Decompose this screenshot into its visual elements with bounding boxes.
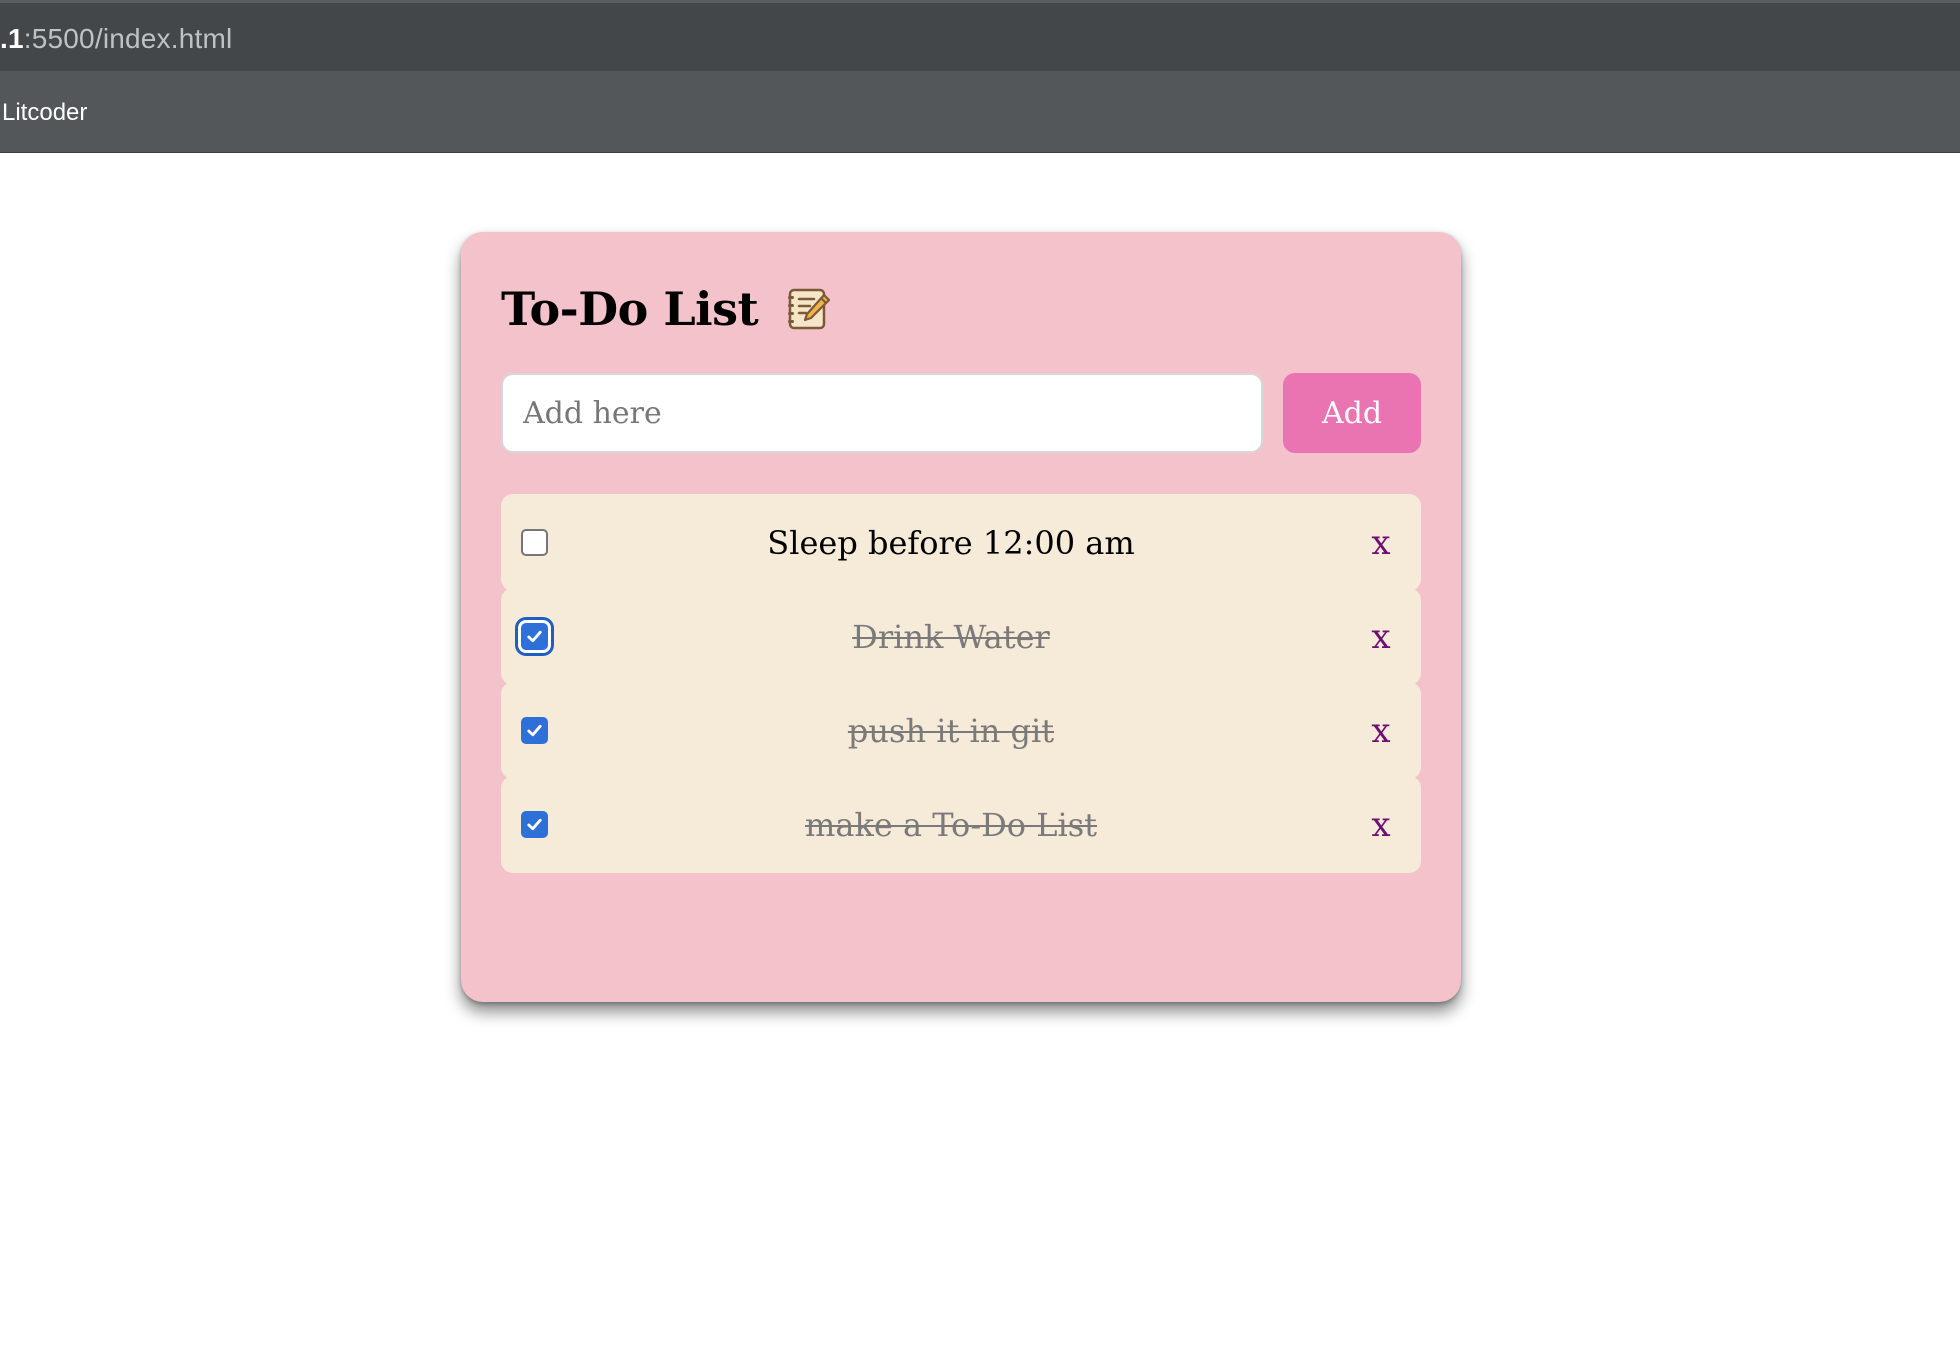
task-checkbox[interactable] (521, 811, 548, 838)
task-item: Sleep before 12:00 am x (501, 494, 1421, 591)
url-text[interactable]: .1:5500/index.html (0, 23, 232, 55)
delete-task-button[interactable]: x (1361, 682, 1401, 779)
task-input[interactable] (501, 373, 1263, 453)
url-path: :5500/index.html (23, 23, 233, 54)
task-text: make a To-Do List (805, 805, 1097, 844)
task-checkbox[interactable] (521, 717, 548, 744)
title-row: To-Do List (501, 274, 832, 344)
task-checkbox[interactable] (521, 529, 548, 556)
bookmark-litcoder[interactable]: Litcoder (2, 99, 87, 127)
url-host: .1 (0, 23, 24, 54)
task-item: Drink Water x (501, 588, 1421, 685)
task-text: Drink Water (852, 617, 1050, 656)
checkmark-icon (527, 630, 542, 643)
add-button[interactable]: Add (1283, 373, 1421, 453)
checkmark-icon (527, 818, 542, 831)
task-text: push it in git (847, 711, 1055, 750)
browser-url-bar[interactable]: .1:5500/index.html (0, 0, 1960, 71)
page-title: To-Do List (501, 282, 759, 336)
task-item: push it in git x (501, 682, 1421, 779)
delete-task-button[interactable]: x (1361, 776, 1401, 873)
delete-task-button[interactable]: x (1361, 588, 1401, 685)
notebook-pencil-icon (788, 288, 831, 330)
bookmarks-bar: Litcoder (0, 71, 1960, 153)
task-checkbox[interactable] (521, 623, 548, 650)
task-item: make a To-Do List x (501, 776, 1421, 873)
task-text: Sleep before 12:00 am (767, 523, 1135, 562)
delete-task-button[interactable]: x (1361, 494, 1401, 591)
todo-card: To-Do List Add Sleep before 12:00 amxDri… (461, 232, 1461, 1002)
checkmark-icon (527, 724, 542, 737)
add-task-row: Add (501, 373, 1421, 453)
